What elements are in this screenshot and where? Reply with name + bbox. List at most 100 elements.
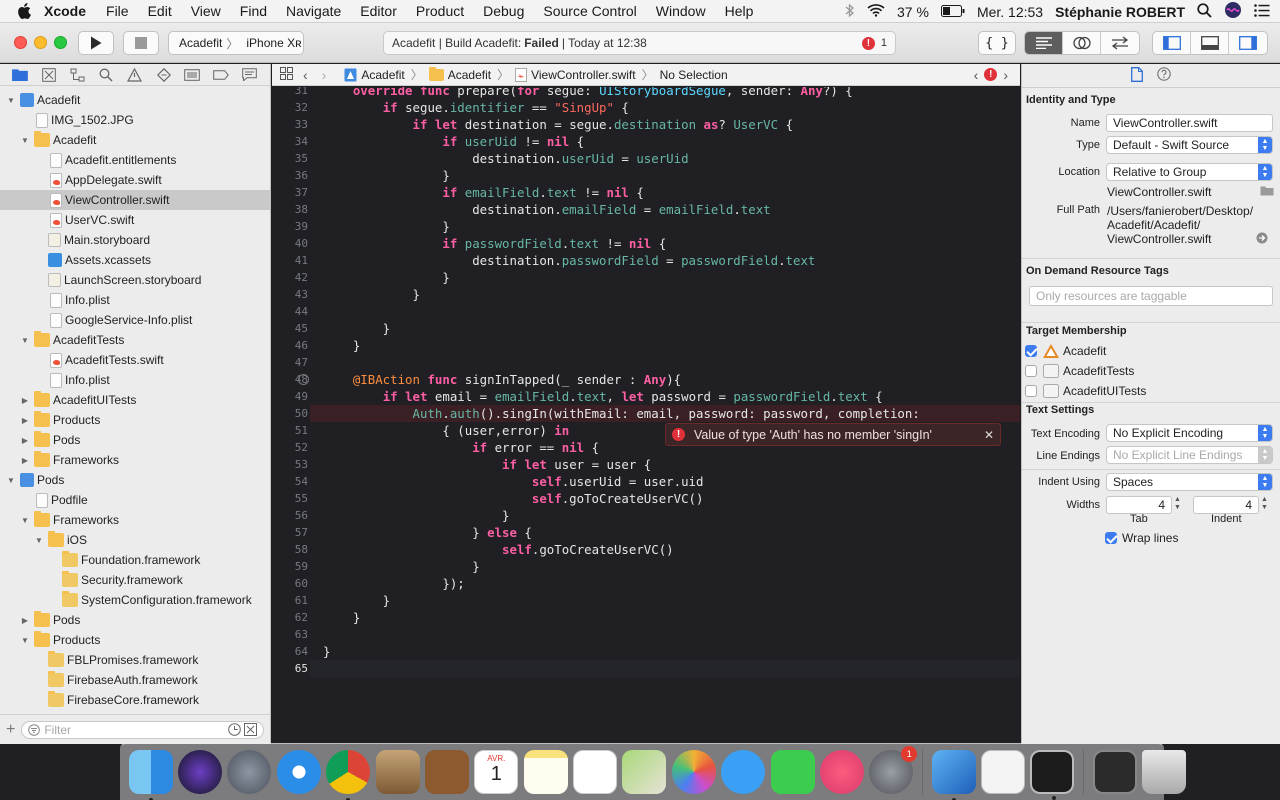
code-line[interactable]: self.goToCreateUserVC() [323,541,674,558]
line-number[interactable]: 35 [272,150,308,167]
code-line[interactable]: } [323,337,360,354]
menu-editor[interactable]: Editor [360,3,397,19]
mail-stamp-icon[interactable] [375,750,420,794]
line-number[interactable]: 57 [272,524,308,541]
menu-navigate[interactable]: Navigate [286,3,341,19]
code-line[interactable]: } [323,320,390,337]
quick-help-icon[interactable] [1157,67,1171,84]
line-number[interactable]: 43 [272,286,308,303]
maps-icon[interactable] [622,750,667,794]
code-line[interactable]: } [323,218,449,235]
code-line[interactable]: destination.passwordField = passwordFiel… [323,252,815,269]
disclosure-triangle-icon[interactable]: ▼ [20,515,30,525]
line-endings-popup[interactable]: No Explicit Line Endings ▲ ▼ [1106,446,1273,464]
navigator-filter-field[interactable]: Filter [21,720,264,739]
toggle-inspector-button[interactable] [1229,32,1267,54]
line-number[interactable]: 41 [272,252,308,269]
battery-icon[interactable] [940,4,965,20]
disclosure-triangle-icon[interactable]: ▶ [20,615,30,625]
line-number[interactable]: 40 [272,235,308,252]
reminders-icon[interactable] [573,750,618,794]
toggle-navigator-button[interactable] [1153,32,1191,54]
menu-source-control[interactable]: Source Control [543,3,636,19]
launchpad-rocket-icon[interactable] [227,750,272,794]
code-line[interactable]: } [323,269,449,286]
tab-width-field[interactable]: 4 [1106,496,1172,514]
target-checkbox[interactable] [1025,385,1037,397]
file-tree-item[interactable]: Info.plist [0,370,270,390]
inline-error-message[interactable]: ! Value of type 'Auth' has no member 'si… [665,423,1001,446]
assistant-editor-button[interactable] [1063,32,1101,54]
line-number[interactable]: 50 [272,405,308,422]
symbol-navigator-icon[interactable] [68,66,88,84]
bluetooth-icon[interactable] [845,3,855,21]
code-line[interactable]: } [323,558,479,575]
file-tree-item[interactable]: SystemConfiguration.framework [0,590,270,610]
file-tree-item[interactable]: Assets.xcassets [0,250,270,270]
code-line[interactable]: } [323,507,509,524]
file-tree-item[interactable]: ▼ Acadefit [0,90,270,110]
code-line[interactable]: } [323,592,390,609]
wifi-icon[interactable] [867,3,885,20]
line-number[interactable]: 32 [272,99,308,116]
file-tree-item[interactable]: ▼ iOS [0,530,270,550]
file-tree-item[interactable]: AcadefitTests.swift [0,350,270,370]
file-type-popup[interactable]: Default - Swift Source ▲ ▼ [1106,136,1273,154]
line-number[interactable]: 52 [272,439,308,456]
line-number[interactable]: 65 [272,660,308,677]
add-file-icon[interactable]: + [6,721,15,739]
run-button[interactable] [78,31,114,55]
file-tree-item[interactable]: FirebaseAuth.framework [0,670,270,690]
breakpoint-navigator-icon[interactable] [211,66,231,84]
file-tree-item[interactable]: ▼ Pods [0,470,270,490]
indent-using-popup[interactable]: Spaces ▲ ▼ [1106,473,1273,491]
file-tree-item[interactable]: FirebaseCore.framework [0,690,270,710]
file-tree-item[interactable]: Security.framework [0,570,270,590]
downloads-stack-icon[interactable] [1092,750,1137,794]
code-line[interactable]: destination.userUid = userUid [323,150,688,167]
line-number[interactable]: 46 [272,337,308,354]
code-line[interactable]: @IBAction func signInTapped(_ sender : A… [323,371,681,388]
file-tree-item[interactable]: ▼ Products [0,630,270,650]
code-line[interactable]: } [323,286,420,303]
reveal-folder-icon[interactable] [1260,185,1274,199]
breadcrumb-file[interactable]: ViewController.swift [515,67,636,82]
minimize-window-button[interactable] [34,36,47,49]
zoom-window-button[interactable] [54,36,67,49]
debug-navigator-icon[interactable] [182,66,202,84]
version-editor-button[interactable] [1101,32,1139,54]
file-tree-item[interactable]: Acadefit.entitlements [0,150,270,170]
disclosure-triangle-icon[interactable]: ▼ [6,475,16,485]
breadcrumb-group[interactable]: Acadefit [428,66,491,82]
file-tree-item[interactable]: ViewController.swift [0,190,270,210]
previous-issue-icon[interactable]: ‹ [974,67,979,83]
code-line[interactable]: } [323,609,360,626]
file-tree-item[interactable]: Foundation.framework [0,550,270,570]
code-line[interactable]: }); [323,575,464,592]
menu-file[interactable]: File [106,3,129,19]
code-line[interactable]: self.goToCreateUserVC() [323,490,704,507]
breadcrumb-project[interactable]: Acadefit [344,68,405,82]
text-encoding-popup[interactable]: No Explicit Encoding ▲ ▼ [1106,424,1273,442]
file-tree-item[interactable]: ▶ Pods [0,430,270,450]
line-number[interactable]: 38 [272,201,308,218]
line-number[interactable]: 47 [272,354,308,371]
code-line[interactable]: if passwordField.text != nil { [323,235,666,252]
clock[interactable]: Mer. 12:53 [977,4,1043,20]
line-number[interactable]: 60 [272,575,308,592]
safari-compass-icon[interactable] [276,750,321,794]
file-inspector-icon[interactable] [1131,66,1143,85]
line-number[interactable]: 49 [272,388,308,405]
line-number[interactable]: 56 [272,507,308,524]
ibaction-connection-circle-icon[interactable] [298,374,309,385]
line-number[interactable]: 39 [272,218,308,235]
code-line[interactable]: if let user = user { [323,456,651,473]
line-number[interactable]: 53 [272,456,308,473]
recent-files-clock-icon[interactable] [228,723,241,736]
code-line[interactable]: if let email = emailField.text, let pass… [323,388,883,405]
line-number[interactable]: 42 [272,269,308,286]
file-tree-item[interactable]: Info.plist [0,290,270,310]
terminal-icon[interactable] [1030,750,1075,800]
code-line[interactable]: if let destination = segue.destination a… [323,116,794,133]
file-tree-item[interactable]: ▼ Frameworks [0,510,270,530]
